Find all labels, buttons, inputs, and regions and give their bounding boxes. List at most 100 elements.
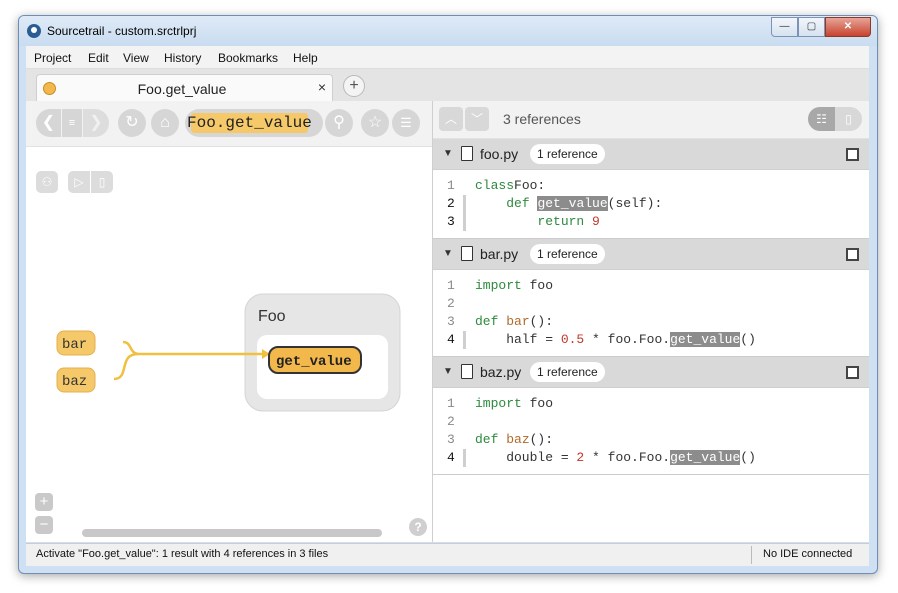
file-icon [461,246,473,261]
snippet-mode-button[interactable]: ☷ [808,107,835,131]
code-line[interactable]: 2 def get_value(self): [433,195,869,213]
highlighted-symbol[interactable]: get_value [670,450,741,465]
zoom-out-button[interactable]: − [35,516,53,534]
file-header-baz-py[interactable]: ▼ baz.py 1 reference [433,357,869,388]
edge-bar-call[interactable] [122,340,264,356]
ide-connection-status[interactable]: No IDE connected [763,548,852,560]
previous-reference-button[interactable]: ︿ [439,107,463,131]
search-button[interactable]: ⚲ [325,109,353,137]
active-line-marker [463,449,466,467]
code-text: def bar(): [475,313,553,331]
code-snippet[interactable]: 1 import foo 2 3 def bar(): 4 half = 0.5 * fo… [433,270,869,357]
maximize-file-icon[interactable] [846,248,859,261]
code-line[interactable]: 3 def baz(): [433,431,869,449]
caller-node-baz-label: baz [62,374,87,390]
maximize-file-icon[interactable] [846,148,859,161]
line-number: 2 [447,296,455,311]
code-token: Foo: [514,178,546,193]
menu-edit[interactable]: Edit [88,51,109,65]
graph-view[interactable]: Foo bar baz get_value ❮ ≡ ❯ ↻ ⌂ Foo.get_… [26,101,433,542]
chevron-right-icon: ❯ [89,114,103,131]
code-snippet[interactable]: 1 import foo 2 3 def baz(): 4 double = 2 * fo… [433,388,869,475]
code-line[interactable]: 3 def bar(): [433,313,869,331]
member-node-label: get_value [276,354,352,370]
file-view-button[interactable]: ▯ [91,171,113,193]
tab-close-icon[interactable]: × [318,79,326,95]
minimize-button[interactable]: — [771,17,798,37]
edge-baz-call[interactable] [113,352,139,381]
highlighted-symbol[interactable]: get_value [670,332,741,347]
export-button[interactable]: ▷ [68,171,90,193]
tab-bar: Foo.get_value × + [26,69,869,102]
class-node-label: Foo [258,308,286,325]
menu-bookmarks[interactable]: Bookmarks [218,51,278,65]
bookmark-manager-button[interactable]: ☰ [392,109,420,137]
zoom-in-button[interactable]: + [35,493,53,511]
back-button[interactable]: ❮ [36,109,61,137]
reference-count-badge: 1 reference [530,144,605,164]
bookmark-button[interactable]: ☆ [361,109,389,137]
code-line[interactable]: 1 import foo [433,395,869,413]
code-token: class [475,178,515,193]
file-name[interactable]: foo.py [480,146,518,162]
chevron-up-icon: ︿ [444,112,457,126]
file-name[interactable]: bar.py [480,246,518,262]
graph-horizontal-scrollbar[interactable] [82,529,382,537]
single-file-mode-button[interactable]: ▯ [835,107,862,131]
code-snippet[interactable]: 1 classFoo: 2 def get_value(self): 3 return… [433,170,869,239]
code-line[interactable]: 1 classFoo: [433,177,869,195]
forward-button[interactable]: ❯ [83,109,109,137]
active-line-marker [463,331,466,349]
code-line[interactable]: 1 import foo [433,277,869,295]
title-bar[interactable]: Sourcetrail - custom.srctrlprj — ▢ ✕ [19,16,877,46]
maximize-file-icon[interactable] [846,366,859,379]
status-message: Activate "Foo.get_value": 1 result with … [36,548,329,560]
history-list-button[interactable]: ≡ [62,109,82,137]
maximize-button[interactable]: ▢ [798,17,825,37]
code-line[interactable]: 4 double = 2 * foo.Foo.get_value() [433,449,869,467]
line-number: 1 [447,396,455,411]
graph-layout-button[interactable]: ⚇ [36,171,58,193]
close-window-button[interactable]: ✕ [825,17,871,37]
code-token: bar [506,314,530,329]
menu-project[interactable]: Project [34,51,71,65]
code-view: ︿ ﹀ 3 references ☷ ▯ ▼ foo.py 1 reference 1… [433,101,869,542]
file-name[interactable]: baz.py [480,364,521,380]
add-tab-button[interactable]: + [343,75,365,97]
code-token: def [506,196,538,211]
menu-help[interactable]: Help [293,51,318,65]
help-button[interactable]: ? [409,518,427,536]
code-text: def baz(): [475,431,553,449]
code-token: return [537,214,593,229]
code-line[interactable]: 2 [433,413,869,431]
refresh-button[interactable]: ↻ [118,109,146,137]
tab-foo-get-value[interactable]: Foo.get_value × [36,74,333,102]
file-icon [461,364,473,379]
code-line[interactable]: 3 return 9 [433,213,869,231]
code-text: def get_value(self): [475,195,662,213]
collapse-triangle-icon[interactable]: ▼ [443,148,453,159]
code-text: return 9 [475,213,599,231]
snippet-list-icon: ☷ [816,112,827,126]
code-token: half = [475,332,561,347]
search-field[interactable]: Foo.get_value [185,109,323,137]
code-token: def [475,432,507,447]
file-header-bar-py[interactable]: ▼ bar.py 1 reference [433,239,869,270]
collapse-triangle-icon[interactable]: ▼ [443,248,453,259]
menu-history[interactable]: History [164,51,201,65]
menu-view[interactable]: View [123,51,149,65]
search-input[interactable]: Foo.get_value [187,113,312,133]
line-number: 4 [447,450,455,465]
highlighted-symbol[interactable]: get_value [537,196,608,211]
refresh-icon: ↻ [125,114,139,131]
line-number: 4 [447,332,455,347]
code-line[interactable]: 2 [433,295,869,313]
home-button[interactable]: ⌂ [151,109,179,137]
code-line[interactable]: 4 half = 0.5 * foo.Foo.get_value() [433,331,869,349]
collapse-triangle-icon[interactable]: ▼ [443,366,453,377]
active-line-marker [463,195,466,213]
next-reference-button[interactable]: ﹀ [465,107,489,131]
chevron-left-icon: ❮ [41,114,56,131]
file-header-foo-py[interactable]: ▼ foo.py 1 reference [433,139,869,170]
